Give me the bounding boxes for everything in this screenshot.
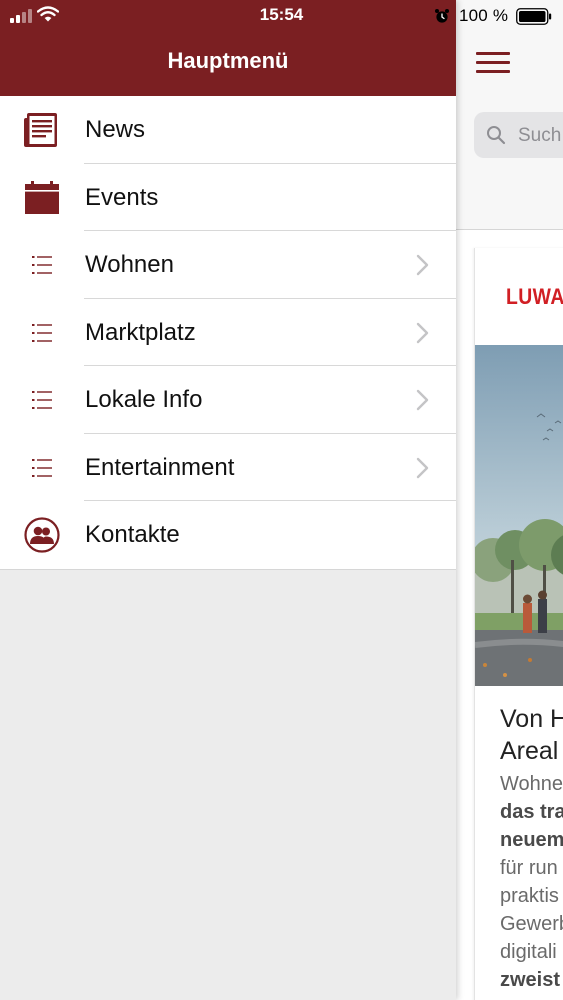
news-title-line: Areal	[500, 737, 559, 765]
news-excerpt-line: für run	[500, 857, 558, 879]
menu-item-label: Wohnen	[85, 251, 174, 278]
list-icon	[32, 256, 52, 274]
news-excerpt: Wohne das tra neuem für run praktis Gewe…	[500, 770, 563, 994]
menu-item-events[interactable]: Events	[0, 164, 456, 231]
menu-item-label: News	[85, 116, 146, 143]
search-placeholder: Such	[518, 125, 562, 146]
chevron-right-icon	[416, 389, 429, 411]
menu-item-kontakte[interactable]: Kontakte	[0, 501, 456, 569]
news-photo-illustration	[475, 345, 563, 686]
calendar-icon	[25, 180, 59, 214]
news-excerpt-line: neuem	[500, 829, 563, 851]
main-screen: 100 % Such LUWA Von H Areal Wohne das tr…	[456, 0, 563, 1000]
menu-item-label: Kontakte	[85, 521, 180, 548]
news-excerpt-line: digitali	[500, 941, 557, 963]
menu-item-label: Marktplatz	[85, 318, 196, 346]
menu-item-label: Entertainment	[85, 453, 235, 481]
hamburger-menu-button[interactable]	[476, 52, 510, 74]
list-icon	[32, 391, 52, 409]
search-input[interactable]: Such	[474, 112, 563, 158]
news-excerpt-line: zweist	[500, 969, 561, 991]
chevron-right-icon	[416, 254, 429, 276]
news-image	[475, 345, 563, 686]
news-title-line: Von H	[500, 705, 563, 733]
menu-item-entertainment[interactable]: Entertainment	[0, 434, 456, 501]
menu-item-label: Events	[85, 183, 159, 211]
news-excerpt-line: Wohne	[500, 773, 563, 795]
contacts-icon	[24, 517, 60, 553]
news-excerpt-line: Gewerb	[500, 913, 563, 935]
navigation-drawer: Hauptmenü News Events Wohnen Marktplatz …	[0, 0, 456, 1000]
search-icon	[487, 126, 506, 145]
alarm-clock-icon	[435, 9, 449, 23]
menu-list: News Events Wohnen Marktplatz Lokale Inf…	[0, 96, 456, 570]
main-header: 100 % Such	[456, 0, 563, 230]
menu-item-marktplatz[interactable]: Marktplatz	[0, 299, 456, 366]
news-excerpt-line: das tra	[500, 801, 563, 823]
news-logo: LUWA	[506, 284, 563, 309]
menu-item-news[interactable]: News	[0, 96, 456, 164]
news-excerpt-line: praktis	[500, 885, 559, 907]
chevron-right-icon	[416, 457, 429, 478]
list-icon	[32, 458, 52, 477]
menu-item-wohnen[interactable]: Wohnen	[0, 231, 456, 299]
drawer-title: Hauptmenü	[167, 48, 289, 73]
chevron-right-icon	[416, 322, 429, 343]
news-card[interactable]: LUWA Von H Areal Wohne das tra neuem für…	[474, 248, 563, 1000]
status-bar-clock: 15:54	[259, 5, 304, 24]
menu-item-label: Lokale Info	[85, 386, 203, 413]
newspaper-icon	[24, 113, 57, 147]
list-icon	[32, 323, 52, 342]
menu-item-lokale-info[interactable]: Lokale Info	[0, 366, 456, 434]
news-title[interactable]: Von H Areal	[500, 703, 563, 767]
